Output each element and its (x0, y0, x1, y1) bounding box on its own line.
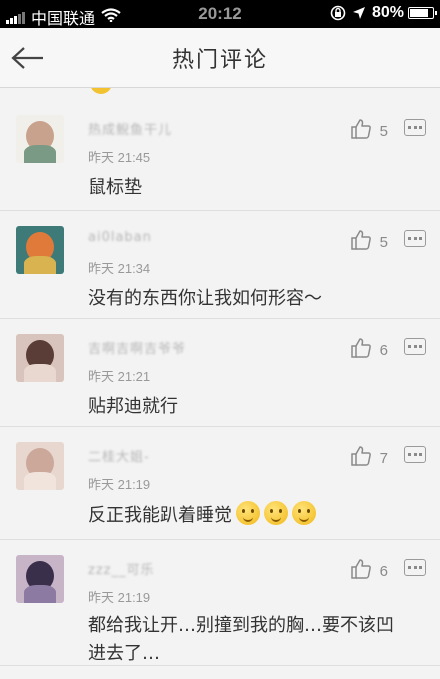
comment-username[interactable]: 吉啊吉啊吉爷爷 (88, 338, 186, 357)
comment-time: 昨天 21:34 (88, 261, 151, 276)
comment-list[interactable]: 热成鲵鱼干儿昨天 21:45 鼠标垫 5 ai0laban 昨天 21:34 没有的东西你… (0, 100, 440, 666)
avatar[interactable] (16, 115, 64, 163)
comment-time: 昨天 21:19 (88, 590, 151, 605)
comment-text: 都给我让开…别撞到我的胸…要不该凹进去了… (88, 615, 394, 664)
more-options-button[interactable] (404, 559, 426, 576)
like-button[interactable]: 5 (350, 229, 388, 255)
avatar[interactable] (16, 226, 64, 274)
more-options-button[interactable] (404, 230, 426, 247)
like-count: 5 (379, 233, 388, 251)
comment-time: 昨天 21:19 (88, 477, 151, 492)
comment-time: 昨天 21:21 (88, 369, 151, 384)
status-bar: 中国联通 20:12 80% (0, 0, 440, 28)
status-right-group: 80% (330, 4, 437, 22)
location-icon (352, 7, 365, 19)
thumbs-up-icon (350, 558, 372, 584)
like-button[interactable]: 6 (350, 558, 388, 584)
like-count: 6 (379, 341, 388, 359)
comment-username[interactable]: 热成鲵鱼干儿 (88, 119, 172, 138)
comment-time: 昨天 21:45 (88, 150, 151, 165)
comment-text: 鼠标垫 (88, 177, 142, 198)
like-count: 7 (379, 449, 388, 467)
avatar[interactable] (16, 334, 64, 382)
page-title: 热门评论 (171, 48, 268, 73)
comment-text: 贴邦迪就行 (88, 396, 178, 417)
avatar[interactable] (16, 555, 64, 603)
more-options-button[interactable] (404, 446, 426, 463)
more-options-button[interactable] (404, 119, 426, 136)
emoji-icon (236, 501, 260, 525)
thumbs-up-icon (350, 445, 372, 471)
comment-username[interactable]: zzz__可乐 (88, 559, 154, 578)
emoji-icon (292, 501, 316, 525)
thumbs-up-icon (350, 118, 372, 144)
comment-item[interactable]: 热成鲵鱼干儿昨天 21:45 鼠标垫 5 (0, 100, 440, 211)
comment-text: 没有的东西你让我如何形容～ (88, 288, 322, 309)
comment-username[interactable]: 二桂大姐- (88, 446, 150, 465)
battery-icon (408, 7, 437, 19)
avatar[interactable] (16, 442, 64, 490)
navigation-bar: 热门评论 (0, 28, 440, 88)
comment-item[interactable]: ai0laban 昨天 21:34 没有的东西你让我如何形容～ 5 (0, 211, 440, 319)
comment-item[interactable]: zzz__可乐昨天 21:19 都给我让开…别撞到我的胸…要不该凹进去了… 6 (0, 540, 440, 666)
rotation-lock-icon (330, 5, 346, 21)
thumbs-up-icon (350, 229, 372, 255)
like-button[interactable]: 6 (350, 337, 388, 363)
comment-text: 反正我能趴着睡觉 (0, 501, 440, 530)
battery-percent: 80% (371, 4, 404, 21)
comment-username[interactable]: ai0laban (88, 230, 152, 245)
comment-item[interactable]: 二桂大姐- 昨天 21:19 反正我能趴着睡觉 7 (0, 427, 440, 540)
like-count: 5 (379, 122, 388, 140)
thumbs-up-icon (350, 337, 372, 363)
like-button[interactable]: 7 (350, 445, 388, 471)
comment-item[interactable]: 吉啊吉啊吉爷爷昨天 21:21 贴邦迪就行 6 (0, 319, 440, 427)
emoji-icon (264, 501, 288, 525)
partial-emoji-icon (90, 88, 112, 94)
like-count: 6 (379, 562, 388, 580)
like-button[interactable]: 5 (350, 118, 388, 144)
more-options-button[interactable] (404, 338, 426, 355)
